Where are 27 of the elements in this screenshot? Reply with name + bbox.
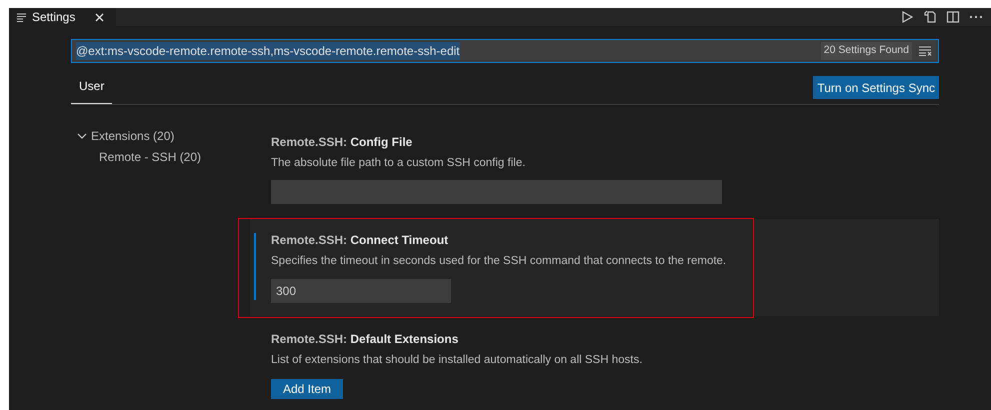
editor-tab[interactable]: Settings — [9, 8, 116, 26]
setting-title: Remote.SSH: Connect Timeout — [271, 232, 450, 250]
setting-description: The absolute file path to a custom SSH config file. — [271, 156, 526, 171]
close-icon[interactable] — [95, 12, 104, 22]
more-icon[interactable] — [969, 15, 983, 19]
setting-title: Remote.SSH: Config File — [271, 134, 414, 151]
search-query: @ext:ms-vscode-remote.remote-ssh,ms-vscode-remote.remote-ssh-edit — [76, 42, 460, 60]
clear-filter-icon[interactable] — [918, 46, 932, 56]
sync-button[interactable]: Turn on Settings Sync — [813, 76, 939, 99]
chevron-down-icon[interactable] — [77, 132, 87, 138]
result-count: 20 Settings Found — [820, 42, 912, 60]
search-field[interactable]: @ext:ms-vscode-remote.remote-ssh,ms-vscode-remote.remote-ssh-edit 20 Settings Found — [71, 39, 939, 63]
setting-description: List of extensions that should be installed automatically on all SSH hosts. — [271, 352, 644, 368]
toc-item[interactable]: Extensions (20) — [77, 125, 250, 146]
setting-title: Remote.SSH: Default Extensions — [271, 330, 460, 348]
setting-description: Specifies the timeout in seconds used for the SSH command that connects to the remote. — [271, 254, 728, 270]
tab-label: Settings — [32, 9, 76, 26]
toc-item[interactable]: Remote - SSH (20) — [77, 146, 250, 167]
add-item-button[interactable]: Add Item — [271, 378, 344, 399]
focus-indicator — [254, 233, 256, 300]
text-field[interactable] — [271, 180, 722, 204]
number-field[interactable]: 300 — [271, 278, 451, 302]
open-file-icon[interactable] — [923, 10, 937, 24]
scope-tab[interactable]: User — [71, 73, 112, 104]
split-editor-icon[interactable] — [946, 10, 960, 24]
settings-file-icon — [17, 12, 26, 22]
run-icon[interactable] — [900, 10, 914, 24]
